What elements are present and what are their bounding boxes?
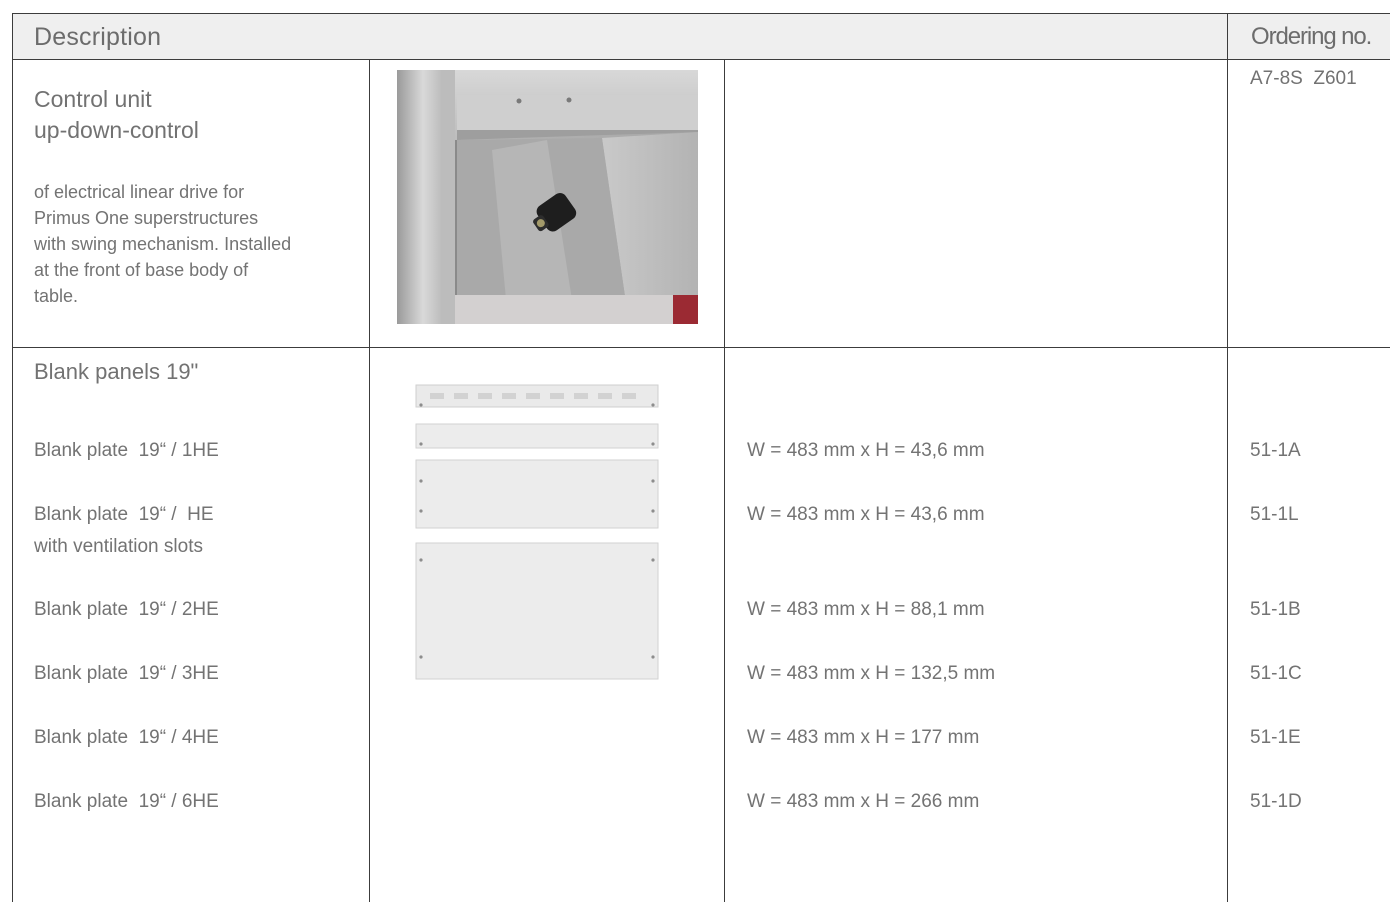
header-ordering-no: Ordering no. [1251,23,1372,50]
control-unit-photo [397,70,698,324]
control-unit-desc-line: Primus One superstructures [34,208,259,228]
blank-plate-label: Blank plate 19“ / HE [34,504,214,525]
row-divider [12,347,1390,348]
table-left-border [12,13,13,902]
blank-plate-ordering-no: 51-1L [1250,504,1299,525]
blank-plate-ordering-no: 51-1B [1250,599,1301,620]
column-divider-ordering [1227,13,1228,902]
blank-panels-title: Blank panels 19" [34,359,199,384]
blank-plate-label: Blank plate 19“ / 2HE [34,599,219,620]
panel-1he [415,423,659,449]
blank-plate-dims: W = 483 mm x H = 88,1 mm [747,599,985,620]
blank-panels-illustration [412,380,664,680]
product-table: Description Ordering no. Control unit up… [0,0,1390,902]
table-header [12,13,1390,59]
panel-2he [415,459,659,529]
blank-plate-ordering-no: 51-1E [1250,727,1301,748]
control-unit-title-line2: up-down-control [34,117,199,143]
blank-plate-label: Blank plate 19“ / 3HE [34,663,219,684]
blank-plate-dims: W = 483 mm x H = 266 mm [747,791,980,812]
blank-plate-ordering-no: 51-1A [1250,440,1301,461]
blank-plate-label: Blank plate 19“ / 6HE [34,791,219,812]
blank-plate-dims: W = 483 mm x H = 177 mm [747,727,980,748]
header-description: Description [34,23,162,51]
blank-plate-label: Blank plate 19“ / 4HE [34,727,219,748]
blank-plate-dims: W = 483 mm x H = 43,6 mm [747,440,985,461]
panel-3he [415,542,659,680]
table-top-border [12,13,1390,14]
panel-vented [415,384,659,408]
control-unit-desc-line: of electrical linear drive for [34,182,245,202]
column-divider-dims [724,59,725,902]
control-unit-desc-line: table. [34,286,79,306]
blank-panels-drawing [415,384,659,680]
header-bottom-border [12,59,1390,60]
control-unit-desc-line: with swing mechanism. Installed [34,234,292,254]
blank-plate-ordering-no: 51-1C [1250,663,1302,684]
control-unit-desc-line: at the front of base body of [34,260,249,280]
blank-plate-label: Blank plate 19“ / 1HE [34,440,219,461]
column-divider-image [369,59,370,902]
control-unit-description: of electrical linear drive for Primus On… [34,179,354,309]
blank-plate-dims: W = 483 mm x H = 132,5 mm [747,663,996,684]
control-unit-ordering-no: A7-8S Z601 [1250,68,1357,89]
control-unit-photo-drawing [397,70,698,324]
control-unit-title: Control unit up-down-control [34,84,199,146]
blank-plate-ordering-no: 51-1D [1250,791,1302,812]
blank-plate-dims: W = 483 mm x H = 43,6 mm [747,504,985,525]
ventilation-note: with ventilation slots [34,536,203,557]
control-unit-title-line1: Control unit [34,86,152,112]
